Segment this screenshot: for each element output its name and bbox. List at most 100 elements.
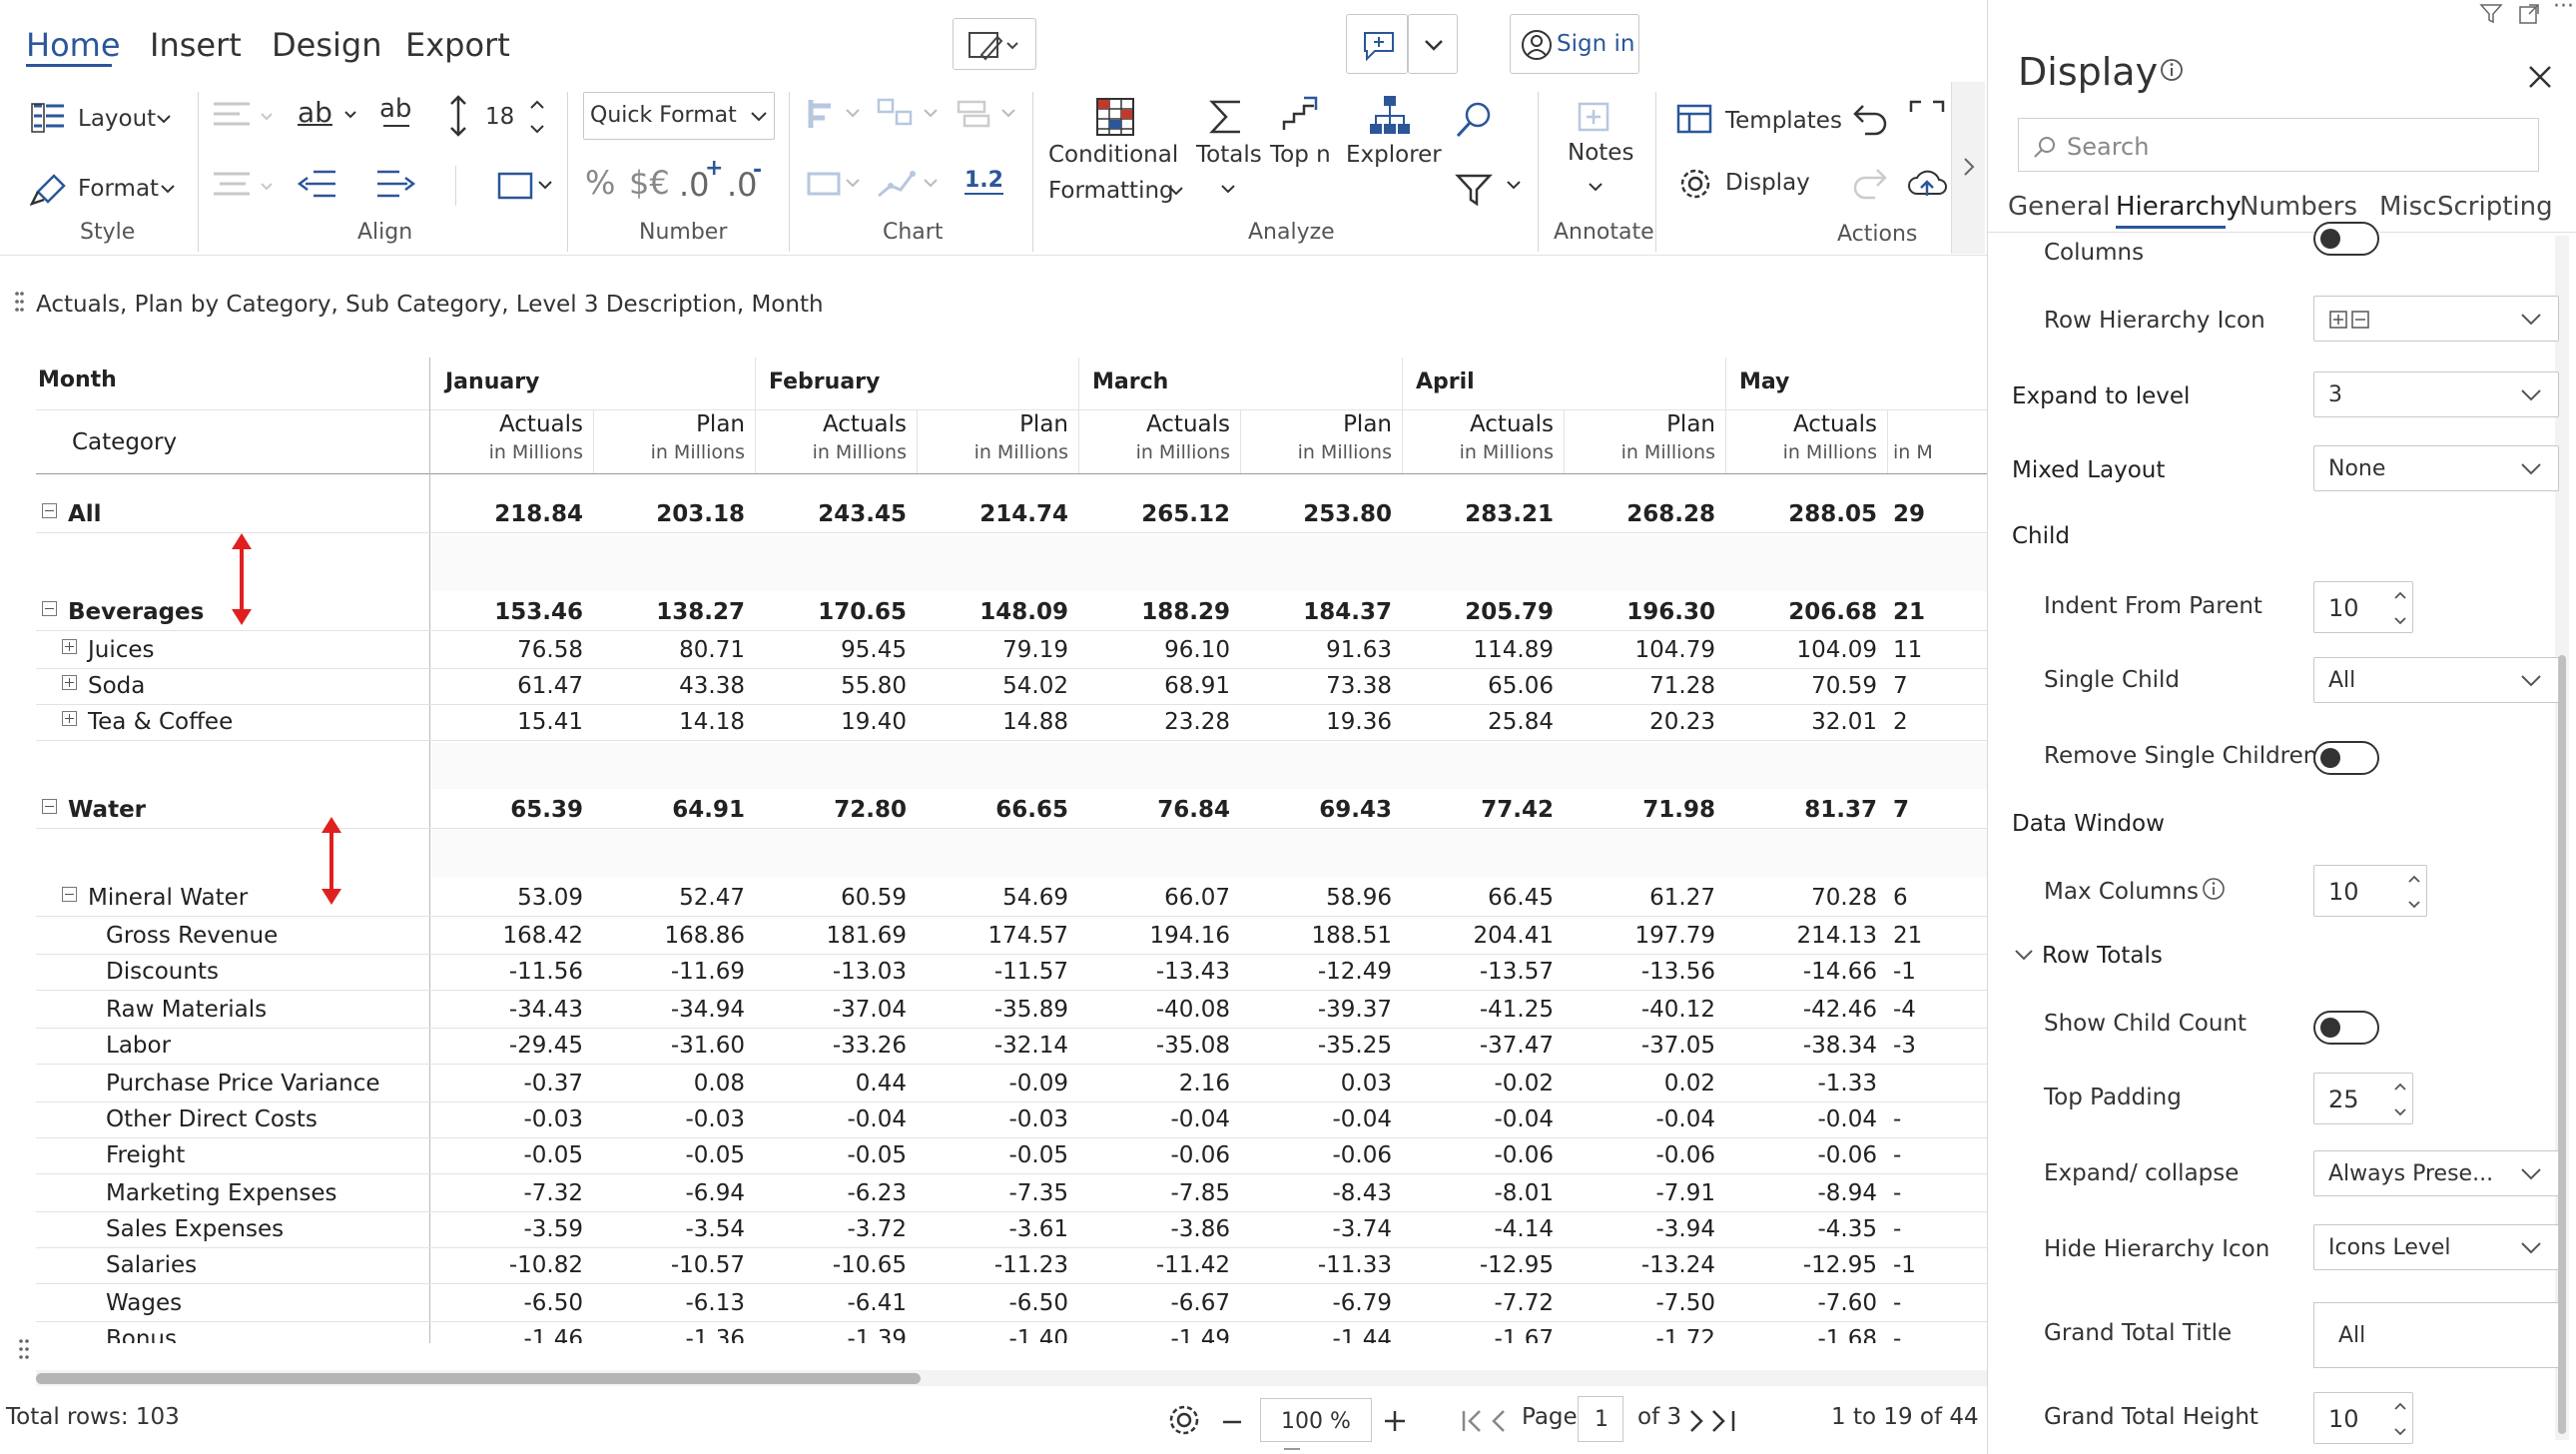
ribbon-scroll-right[interactable] [1951,82,1985,254]
stepper-icon[interactable] [2406,872,2422,912]
page-input[interactable]: 1 [1578,1396,1623,1442]
zoom-out-icon[interactable] [1220,1410,1244,1434]
panel-scrollbar-thumb[interactable] [2558,655,2566,1434]
value-cell: -4.14 [1494,1216,1554,1242]
show-child-count-toggle[interactable] [2313,1011,2379,1045]
unit-label: in Millions [1459,441,1554,463]
scrollbar-thumb[interactable] [36,1373,921,1384]
templates-button[interactable]: Templates [1725,108,1842,134]
stepper-icon[interactable] [2392,1080,2408,1119]
top-padding-input[interactable]: 25 [2313,1073,2413,1124]
stepper-icon[interactable] [2392,1399,2408,1439]
next-last-page-icon[interactable] [1687,1408,1739,1434]
expand-collapse-dropdown[interactable]: Always Prese... [2313,1150,2559,1196]
hierarchy-chart-icon[interactable] [875,96,945,132]
expand-to-level-dropdown[interactable]: 3 [2313,371,2559,417]
sign-in-button[interactable]: Sign in [1510,14,1639,74]
redo-icon[interactable] [1851,164,1889,200]
column-chart-icon[interactable] [805,166,869,202]
collapse-icon[interactable] [62,887,77,902]
collapse-icon[interactable] [42,799,57,814]
resize-handle[interactable] [1284,1448,1300,1450]
totals-button[interactable]: Totals [1196,142,1262,168]
waterfall-chart-icon[interactable] [955,96,1024,132]
drag-handle-icon[interactable] [18,1336,30,1362]
tab-home[interactable]: Home [26,26,121,64]
hide-hierarchy-icon-dropdown[interactable]: Icons Level [2313,1224,2559,1270]
tab-insert[interactable]: Insert [150,26,242,64]
value-cell: -12.95 [1802,1252,1877,1278]
columns-toggle[interactable] [2313,222,2379,256]
chevron-down-icon[interactable] [2014,949,2034,963]
conditional-formatting-button[interactable]: Conditional [1048,142,1178,168]
tab-export[interactable]: Export [405,26,510,64]
comment-button[interactable] [1346,14,1408,74]
expand-frame-icon[interactable] [1907,98,1947,138]
tab-numbers[interactable]: Numbers [2240,192,2357,222]
display-button[interactable]: Display [1725,170,1810,196]
group-separator [1655,92,1656,252]
column-width-icon[interactable] [495,168,555,204]
currency-button[interactable]: $€ [629,164,670,202]
filter-icon[interactable] [1454,172,1494,208]
quick-format-dropdown[interactable]: Quick Format [583,92,775,140]
search-icon[interactable] [1454,100,1494,140]
row-separator [36,1137,1987,1138]
tab-general[interactable]: General [2008,192,2110,222]
bar-chart-icon[interactable] [805,96,869,132]
collapse-icon[interactable] [42,601,57,616]
more-options-icon[interactable]: ··· [2553,0,2574,19]
grand-total-title-input[interactable]: All [2313,1302,2559,1368]
value-cell: -13.56 [1640,959,1715,985]
search-input[interactable]: Search [2018,118,2539,172]
max-columns-input[interactable]: 10 [2313,865,2427,917]
close-icon[interactable] [2527,64,2553,90]
remove-single-children-toggle[interactable] [2313,741,2379,775]
expand-icon[interactable] [62,675,77,690]
value-cell: 6 [1893,885,1908,911]
info-icon[interactable] [2160,58,2184,82]
gear-icon[interactable] [1166,1402,1202,1438]
undo-icon[interactable] [1851,100,1889,136]
indent-from-parent-label: Indent From Parent [2044,593,2262,619]
top-n-button[interactable]: Top n [1270,142,1331,168]
expand-icon[interactable] [62,639,77,654]
tab-scripting[interactable]: Scripting [2437,192,2553,222]
filter-icon[interactable] [2479,2,2503,26]
edit-mode-button[interactable] [953,18,1036,70]
font-size-stepper-icon[interactable] [529,98,545,136]
tab-hierarchy[interactable]: Hierarchy [2116,192,2242,222]
zoom-field[interactable]: 100 % [1260,1398,1372,1442]
collapse-icon[interactable] [42,503,57,518]
tab-design[interactable]: Design [272,26,381,64]
explorer-button[interactable]: Explorer [1346,142,1442,168]
font-size-value[interactable]: 18 [485,104,514,130]
comment-dropdown[interactable] [1408,14,1458,74]
cloud-upload-icon[interactable] [1907,164,1947,200]
focus-mode-icon[interactable] [2517,2,2541,26]
percent-button[interactable]: % [585,164,615,202]
value-cell: 66.45 [1488,885,1554,911]
line-chart-icon[interactable] [875,166,945,202]
info-icon[interactable] [2202,877,2226,901]
grand-total-height-input[interactable]: 10 [2313,1392,2413,1444]
decimal-places-button[interactable]: 1.2 [965,168,1003,195]
value-cell: -11.23 [993,1252,1068,1278]
drag-handle-icon[interactable] [14,288,24,318]
row-separator [36,1101,1987,1102]
wrap-text-button[interactable]: ab [298,96,332,129]
layout-button[interactable]: Layout [78,106,156,132]
mixed-layout-dropdown[interactable]: None [2313,445,2559,491]
horizontal-scrollbar[interactable] [36,1370,1987,1386]
format-button[interactable]: Format [78,176,159,202]
notes-button[interactable]: Notes [1568,140,1633,166]
expand-icon[interactable] [62,711,77,726]
tab-misc[interactable]: Misc. [2379,192,2445,222]
value-cell: -0.09 [1008,1071,1068,1096]
stepper-icon[interactable] [2392,588,2408,628]
zoom-in-icon[interactable] [1382,1408,1408,1434]
indent-from-parent-input[interactable]: 10 [2313,581,2413,633]
single-child-dropdown[interactable]: All [2313,657,2559,703]
first-prev-page-icon[interactable] [1460,1408,1520,1434]
row-hierarchy-icon-dropdown[interactable] [2313,296,2559,342]
